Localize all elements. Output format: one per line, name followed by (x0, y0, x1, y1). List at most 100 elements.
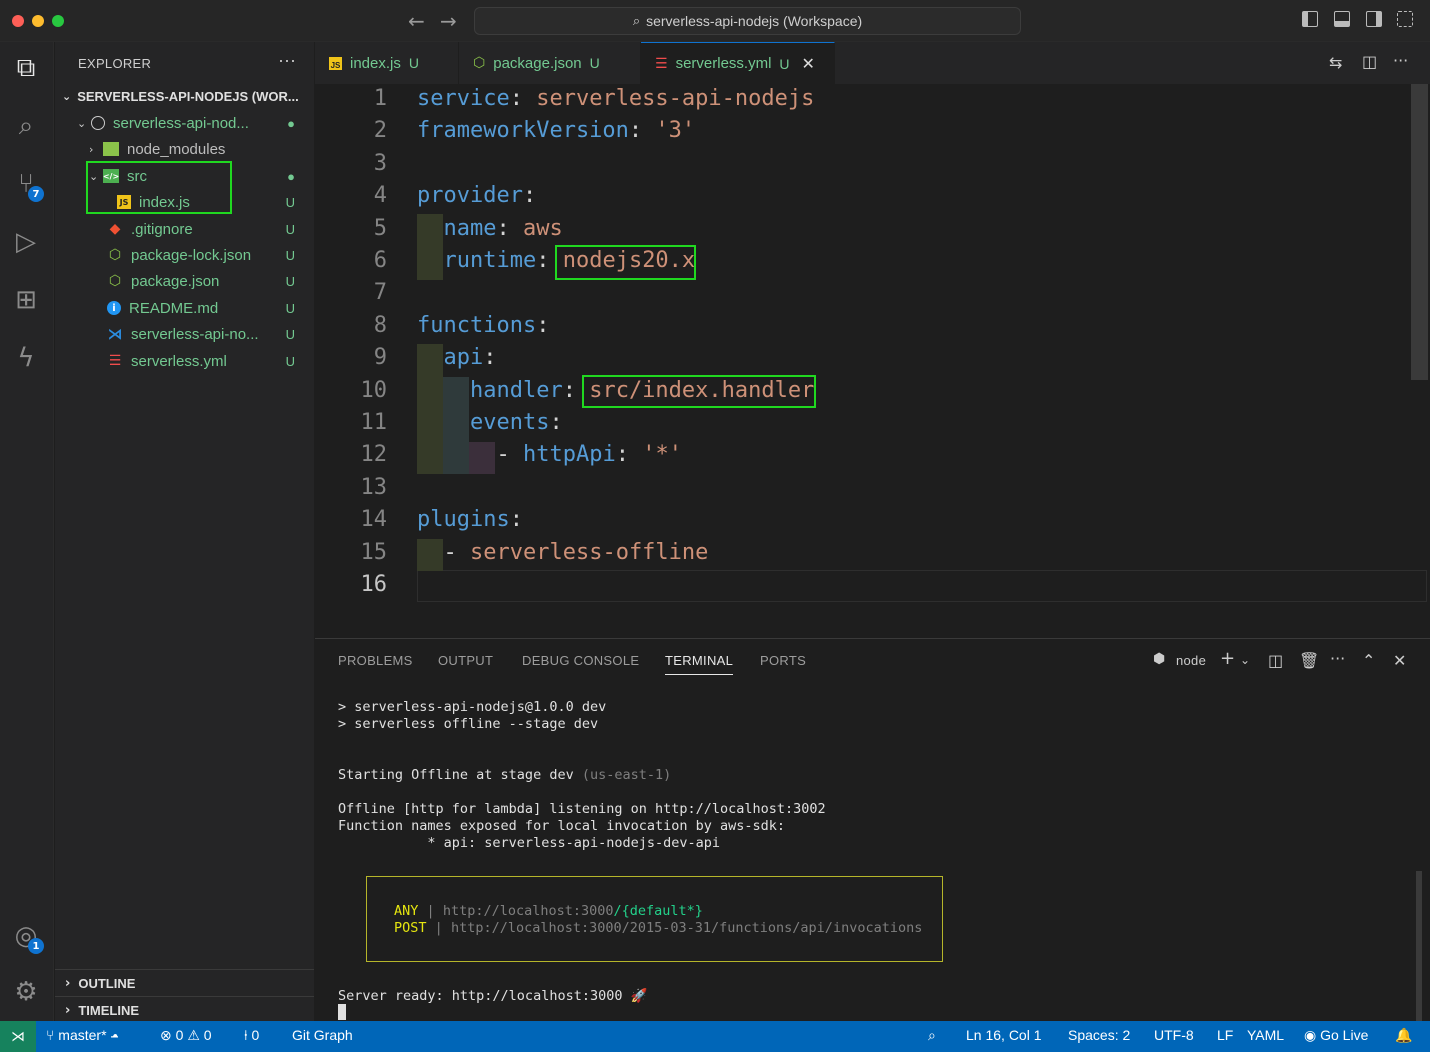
line-number: 7 (373, 280, 387, 305)
chevron-right-icon: › (65, 975, 71, 991)
line-number: 8 (373, 313, 387, 338)
toggle-sidebar-icon[interactable] (1302, 11, 1318, 27)
tab-debug-console[interactable]: DEBUG CONSOLE (522, 653, 639, 668)
tree-item-package-lock[interactable]: ⬡ package-lock.json U (55, 242, 314, 268)
run-debug-icon[interactable]: ▷ (10, 226, 42, 258)
line-number: 14 (360, 507, 388, 532)
tree-item-node-modules[interactable]: › node_modules (55, 136, 314, 162)
toggle-panel-icon[interactable] (1334, 11, 1350, 27)
js-file-icon: JS (329, 56, 342, 70)
tree-item-readme[interactable]: i README.md U (55, 295, 314, 321)
tree-label: .gitignore (131, 220, 193, 238)
settings-gear-icon[interactable]: ⚙ (10, 976, 42, 1008)
trash-icon[interactable]: 🗑 (1299, 651, 1319, 670)
terminal-cursor (338, 1004, 346, 1020)
encoding[interactable]: UTF-8 (1154, 1027, 1194, 1043)
git-icon: ◆ (109, 221, 121, 237)
workspace-header[interactable]: ⌄ SERVERLESS-API-NODEJS (WOR... (62, 89, 299, 104)
explorer-icon[interactable]: ⧉ (10, 52, 42, 84)
editor-scrollbar[interactable] (1411, 84, 1428, 380)
minimize-window-button[interactable] (32, 15, 44, 27)
zoom-icon[interactable]: ⌕ (928, 1027, 936, 1044)
broadcast-icon: ◉ (1304, 1027, 1317, 1043)
ports-item[interactable]: ⍿ 0 (244, 1027, 259, 1044)
code-line: - httpApi: '*' (496, 442, 682, 467)
chevron-right-icon: › (65, 1002, 71, 1018)
customize-layout-icon[interactable] (1397, 11, 1413, 27)
close-window-button[interactable] (12, 15, 24, 27)
tab-serverless-yml[interactable]: ☰ serverless.yml U ✕ (641, 42, 835, 84)
extensions-icon[interactable]: ⊞ (10, 284, 42, 316)
accounts-icon[interactable]: ◎ 1 (10, 920, 44, 954)
notifications-bell-icon[interactable]: 🔔 (1395, 1027, 1412, 1044)
line-number: 9 (373, 345, 387, 370)
tree-label: package.json (131, 272, 220, 290)
line-number: 12 (360, 442, 388, 467)
timeline-section[interactable]: › TIMELINE (55, 996, 314, 1023)
line-number: 4 (373, 183, 387, 208)
line-number: 6 (373, 248, 387, 273)
route-line: ANY | http://localhost:3000/{default*} (394, 903, 703, 919)
terminal-line: Server ready: http://localhost:3000 🚀 (338, 988, 648, 1004)
code-line: functions: (417, 313, 550, 338)
tab-package-json[interactable]: ⬡ package.json U (459, 42, 641, 84)
tree-item-workspace-file[interactable]: ⋊ serverless-api-no... U (55, 321, 314, 347)
tab-output[interactable]: OUTPUT (438, 653, 493, 668)
back-arrow-icon[interactable]: ← (408, 9, 425, 33)
tree-item-serverless-yml[interactable]: ☰ serverless.yml U (55, 348, 314, 374)
tree-item-gitignore[interactable]: ◆ .gitignore U (55, 216, 314, 242)
tab-terminal[interactable]: TERMINAL (665, 653, 734, 675)
outline-section[interactable]: › OUTLINE (55, 969, 314, 996)
compare-changes-icon[interactable]: ⇆ (1329, 53, 1342, 72)
terminal-line: Function names exposed for local invocat… (338, 818, 786, 834)
activity-bar: ⧉ ⌕ ⑂ 7 ▷ ⊞ ϟ ◎ 1 ⚙ (0, 42, 54, 1021)
toggle-secondary-sidebar-icon[interactable] (1366, 11, 1382, 27)
chevron-down-icon[interactable]: ⌄ (1240, 653, 1250, 667)
more-actions-icon[interactable]: ··· (1393, 51, 1408, 70)
tab-ports[interactable]: PORTS (760, 653, 806, 668)
code-editor[interactable]: 1 2 3 4 5 6 7 8 9 10 11 12 13 14 15 16 s… (315, 84, 1430, 638)
yaml-icon: ☰ (655, 55, 668, 72)
close-icon[interactable]: ✕ (802, 54, 815, 73)
branch-item[interactable]: ⑂ master* ☁ (46, 1027, 119, 1043)
eol[interactable]: LF (1217, 1027, 1233, 1043)
remote-icon[interactable]: ⋊ (0, 1021, 36, 1052)
line-number: 10 (360, 378, 388, 403)
cursor-position[interactable]: Ln 16, Col 1 (966, 1027, 1042, 1043)
terminal-line: > serverless-api-nodejs@1.0.0 dev (338, 699, 607, 715)
language-mode[interactable]: YAML (1247, 1027, 1284, 1043)
git-graph-item[interactable]: Git Graph (292, 1027, 353, 1043)
go-live-item[interactable]: ◉ Go Live (1304, 1027, 1368, 1044)
line-number: 1 (373, 86, 387, 111)
split-terminal-icon[interactable]: ◫ (1268, 651, 1283, 670)
thunder-client-icon[interactable]: ϟ (10, 342, 42, 374)
tree-item-package-json[interactable]: ⬡ package.json U (55, 268, 314, 294)
forward-arrow-icon[interactable]: → (440, 9, 457, 33)
maximize-panel-icon[interactable]: ⌃ (1362, 651, 1375, 670)
source-control-icon[interactable]: ⑂ 7 (10, 168, 44, 202)
tree-folder-root[interactable]: ⌄ serverless-api-nod... ● (55, 110, 314, 136)
zoom-window-button[interactable] (52, 15, 64, 27)
tab-problems[interactable]: PROBLEMS (338, 653, 413, 668)
search-icon[interactable]: ⌕ (10, 110, 42, 142)
split-editor-icon[interactable]: ◫ (1362, 52, 1377, 71)
close-icon[interactable]: ✕ (1393, 651, 1406, 670)
command-center[interactable]: ⌕ serverless-api-nodejs (Workspace) (474, 7, 1021, 35)
antenna-icon: ⍿ (244, 1027, 248, 1043)
more-actions-icon[interactable]: ··· (278, 50, 296, 71)
problems-item[interactable]: ⊗ 0 ⚠ 0 (160, 1027, 212, 1044)
indentation[interactable]: Spaces: 2 (1068, 1027, 1130, 1043)
add-terminal-icon[interactable]: + (1220, 648, 1235, 669)
terminal-line: Offline [http for lambda] listening on h… (338, 801, 826, 817)
bottom-panel: PROBLEMS OUTPUT DEBUG CONSOLE TERMINAL P… (315, 638, 1430, 1021)
scm-badge: 7 (28, 186, 44, 202)
line-number: 15 (360, 540, 388, 565)
terminal-scrollbar[interactable] (1416, 871, 1422, 1021)
code-line: provider: (417, 183, 537, 208)
highlight-box-runtime (555, 245, 696, 280)
tab-label: index.js (350, 54, 401, 72)
explorer-sidebar: EXPLORER ··· ⌄ SERVERLESS-API-NODEJS (WO… (55, 42, 314, 1021)
more-actions-icon[interactable]: ··· (1330, 649, 1345, 668)
tab-index-js[interactable]: JS index.js U (315, 42, 459, 84)
terminal-name[interactable]: node (1176, 653, 1206, 668)
